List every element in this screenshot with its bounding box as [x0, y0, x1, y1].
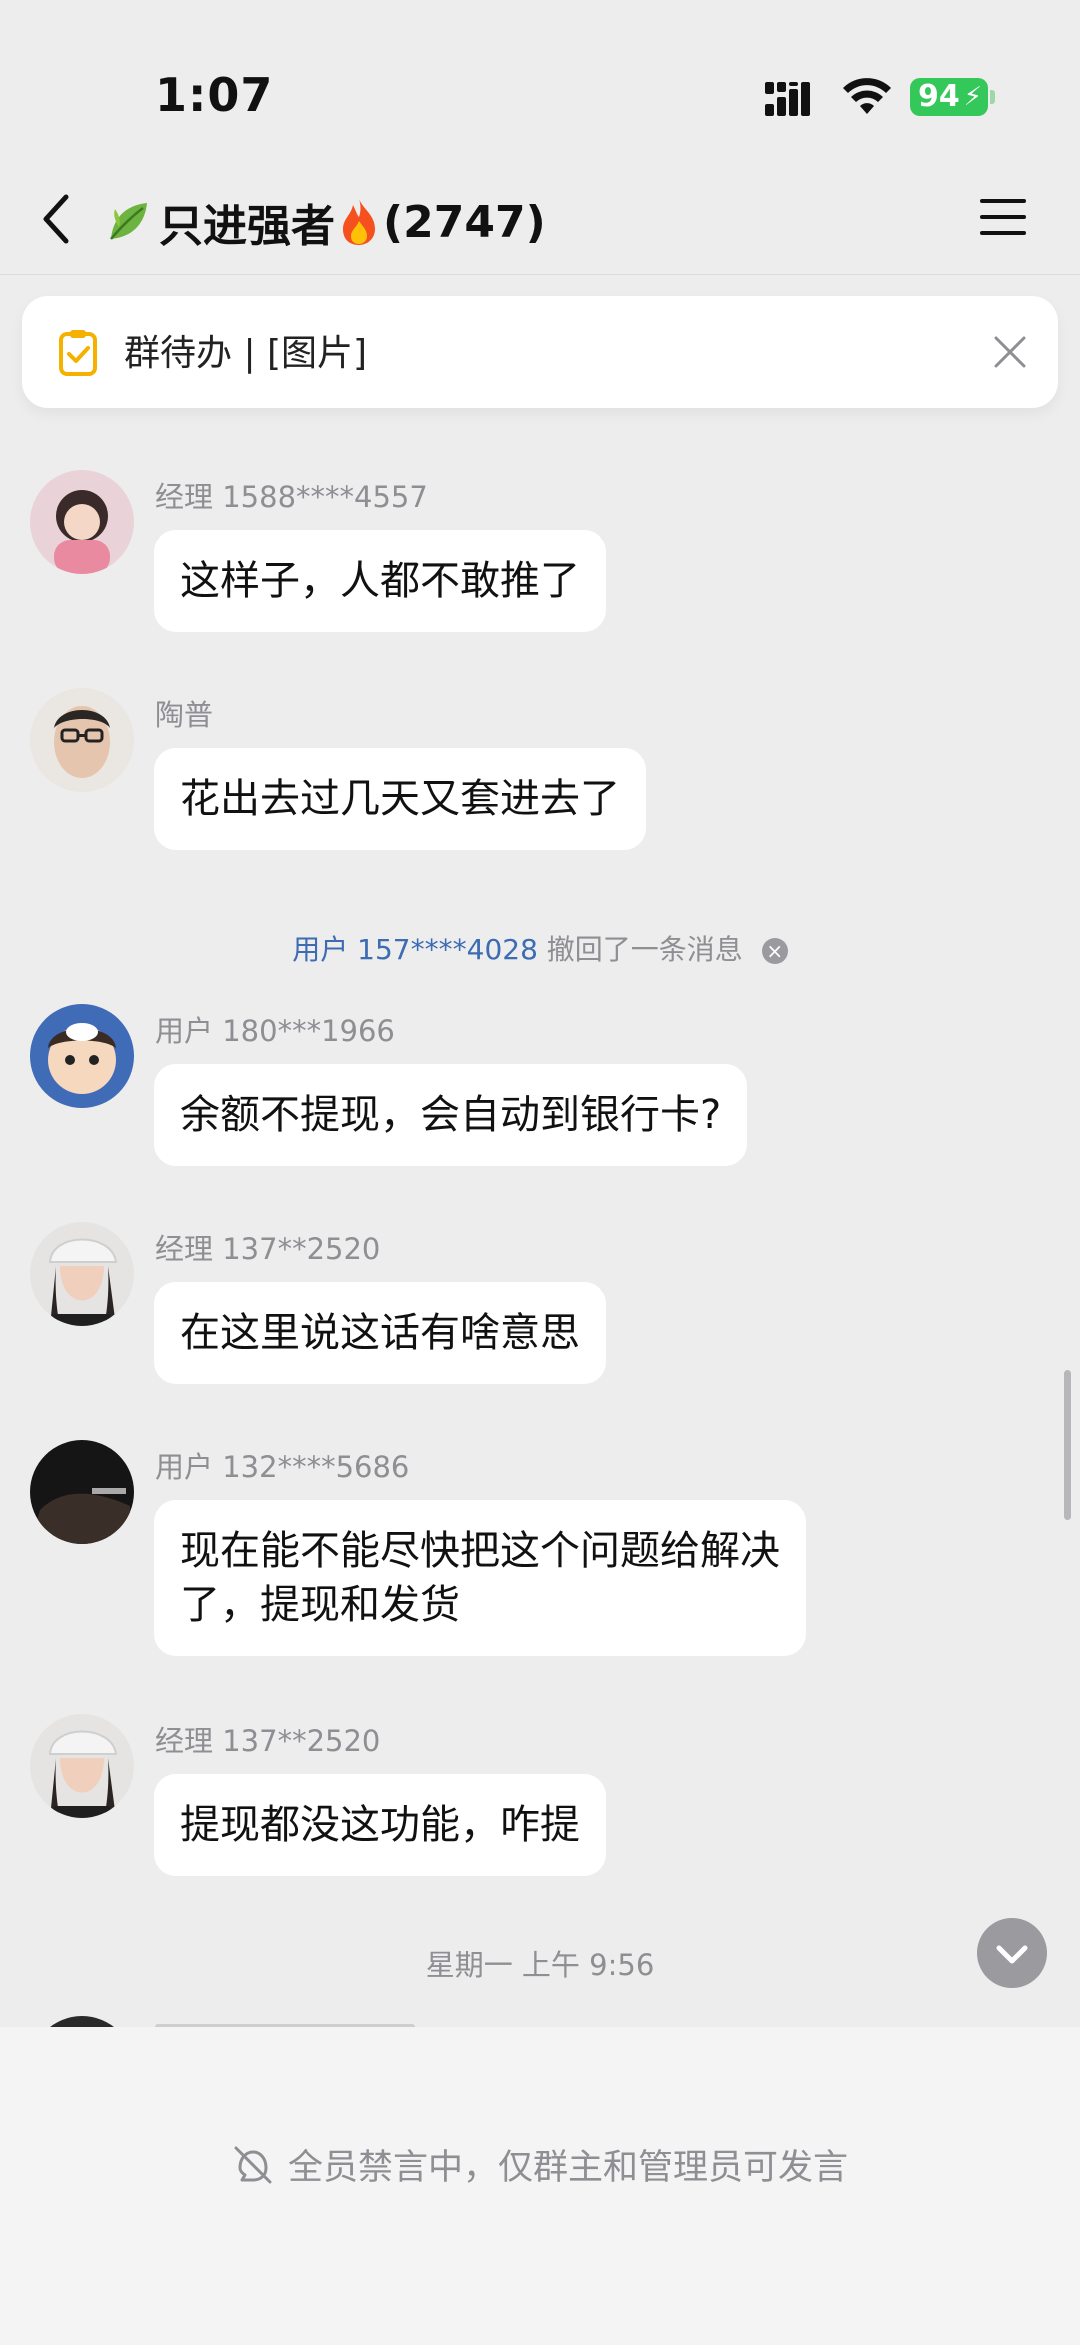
- group-name: 只进强者: [159, 201, 335, 252]
- leaf-icon: [110, 203, 147, 240]
- chat-screen: 1:07 94 ⚡ 只进强者 (2747) 群待办 | [图片] 经理 1588…: [0, 0, 1080, 2345]
- status-bar: 1:07 94 ⚡: [0, 0, 1080, 175]
- message-timestamp: 星期一 上午 9:56: [425, 1948, 655, 1982]
- mute-notice-text: 全员禁言中，仅群主和管理员可发言: [287, 2148, 848, 2188]
- status-time: 1:07: [155, 68, 274, 122]
- avatar[interactable]: [30, 1714, 134, 1818]
- battery-level: 94: [918, 79, 960, 114]
- cellular-signal-icon: [765, 82, 810, 116]
- battery-cap: [990, 90, 995, 104]
- recall-notice: 用户 157****4028 撤回了一条消息 ×: [0, 928, 1080, 968]
- message-line: 了，提现和发货: [180, 1582, 460, 1628]
- back-icon[interactable]: [34, 187, 78, 251]
- menu-icon[interactable]: [980, 195, 1026, 239]
- dismiss-icon[interactable]: ×: [761, 938, 788, 964]
- mute-notice: 全员禁言中，仅群主和管理员可发言: [0, 2139, 1080, 2190]
- message-bubble[interactable]: 花出去过几天又套进去了: [154, 748, 646, 850]
- charging-bolt-icon: ⚡: [963, 82, 982, 112]
- member-count: (2747): [383, 196, 546, 248]
- chevron-down-icon: [996, 1945, 1028, 1964]
- todo-text: 群待办 | [图片]: [124, 333, 368, 374]
- todo-clipboard-icon: [59, 330, 97, 376]
- wifi-icon: [843, 78, 891, 114]
- scrollbar[interactable]: [1064, 1370, 1071, 1520]
- message-bubble[interactable]: 余额不提现，会自动到银行卡?: [154, 1064, 748, 1166]
- message-bubble[interactable]: 在这里说这话有啥意思: [154, 1282, 606, 1384]
- sender-name: 陶普: [155, 698, 214, 732]
- battery-indicator: 94 ⚡: [910, 78, 988, 116]
- close-icon[interactable]: [990, 332, 1030, 372]
- message-bubble[interactable]: 提现都没这功能，咋提: [154, 1774, 606, 1876]
- message-bubble[interactable]: 这样子，人都不敢推了: [154, 530, 606, 632]
- avatar[interactable]: [30, 688, 134, 792]
- sender-name: 用户 180***1966: [155, 1014, 395, 1048]
- scroll-to-bottom-button[interactable]: [977, 1918, 1047, 1988]
- mute-footer: 全员禁言中，仅群主和管理员可发言: [0, 2027, 1080, 2345]
- avatar[interactable]: [30, 1222, 134, 1326]
- sender-name: 经理 1588****4557: [155, 480, 428, 514]
- avatar[interactable]: [30, 1440, 134, 1544]
- fire-icon: [343, 199, 375, 245]
- sender-name: 经理 137**2520: [155, 1232, 381, 1266]
- recall-user-link[interactable]: 用户 157****4028: [292, 933, 538, 966]
- group-title[interactable]: 只进强者 (2747): [105, 187, 546, 257]
- group-todo-banner[interactable]: 群待办 | [图片]: [22, 296, 1058, 408]
- message-line: 现在能不能尽快把这个问题给解决: [180, 1528, 780, 1574]
- message-bubble[interactable]: 现在能不能尽快把这个问题给解决 了，提现和发货: [154, 1500, 806, 1656]
- nav-bar: 只进强者 (2747): [0, 175, 1080, 275]
- recall-text: 撤回了一条消息: [546, 933, 743, 966]
- mute-icon: [234, 2146, 272, 2183]
- avatar[interactable]: [30, 470, 134, 574]
- sender-name: 用户 132****5686: [155, 1450, 410, 1484]
- sender-name: 经理 137**2520: [155, 1724, 381, 1758]
- avatar[interactable]: [30, 1004, 134, 1108]
